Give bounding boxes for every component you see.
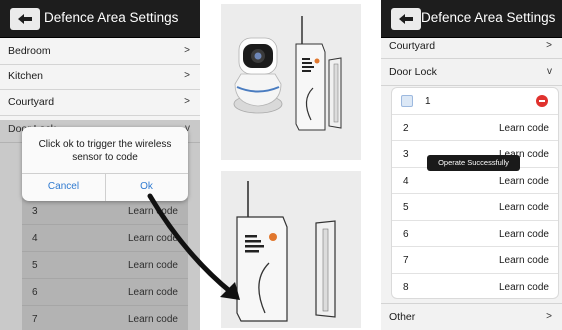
- sensor-row: 4 Learn code: [392, 168, 558, 194]
- zone-row-door-lock[interactable]: Door Lock v: [381, 59, 562, 86]
- sensor-number: 2: [403, 122, 409, 134]
- camera-sensor-drawing: [233, 16, 342, 131]
- chevron-right-icon: >: [184, 45, 190, 56]
- sensor-number: 8: [403, 281, 409, 293]
- success-toast: Operate Successfully: [427, 155, 520, 171]
- chevron-right-icon: >: [546, 311, 552, 322]
- back-button[interactable]: [10, 8, 40, 30]
- sensor-row: 8 Learn code: [392, 274, 558, 299]
- sensor-drawing: [236, 181, 336, 322]
- camera-and-sensor-illustration: [221, 4, 361, 160]
- chevron-right-icon: >: [184, 96, 190, 107]
- zone-label: Courtyard: [389, 40, 436, 52]
- sensor-number: 3: [403, 149, 409, 160]
- sensor-trigger-illustration: [221, 171, 361, 328]
- sensor-row: 6 Learn code: [392, 221, 558, 247]
- checkbox-icon[interactable]: [401, 95, 413, 107]
- zone-label: Other: [389, 311, 416, 323]
- door-sensor-icon: [295, 16, 342, 131]
- sensor-row: 5 Learn code: [392, 194, 558, 221]
- sensor-row: 1: [392, 88, 558, 115]
- zone-label: Door Lock: [389, 66, 437, 78]
- page-title: Defence Area Settings: [421, 10, 556, 25]
- learn-code-button[interactable]: Learn code: [499, 229, 549, 240]
- zone-label: Kitchen: [8, 70, 44, 82]
- sensor-number: 1: [425, 96, 431, 107]
- learn-code-button[interactable]: Learn code: [499, 255, 549, 266]
- sensor-list-card: 1 2 Learn code 3 Learn code 4 Learn code…: [391, 87, 559, 299]
- back-arrow-icon: [399, 14, 413, 24]
- zone-label: Courtyard: [8, 96, 55, 108]
- zone-row-bedroom[interactable]: Bedroom >: [0, 38, 200, 65]
- app-header: Defence Area Settings: [0, 0, 200, 38]
- sensor-number: 7: [403, 255, 409, 266]
- ok-button[interactable]: Ok: [105, 173, 188, 201]
- chevron-right-icon: >: [546, 40, 552, 51]
- camera-icon: [233, 37, 283, 114]
- page-title: Defence Area Settings: [44, 10, 179, 25]
- chevron-right-icon: >: [184, 70, 190, 81]
- sensor-row: 7 Learn code: [392, 247, 558, 274]
- back-arrow-icon: [18, 14, 32, 24]
- learn-code-button[interactable]: Learn code: [499, 282, 549, 293]
- zone-row-courtyard[interactable]: Courtyard >: [0, 89, 200, 116]
- sensor-number: 4: [403, 175, 409, 187]
- dialog-message: Click ok to trigger the wireless sensor …: [38, 139, 172, 163]
- chevron-down-icon: v: [547, 66, 552, 77]
- sensor-number: 6: [403, 228, 409, 240]
- cancel-button[interactable]: Cancel: [22, 173, 105, 201]
- zone-row-kitchen[interactable]: Kitchen >: [0, 63, 200, 90]
- confirm-dialog: Click ok to trigger the wireless sensor …: [22, 127, 188, 201]
- learn-code-button[interactable]: Learn code: [499, 123, 549, 134]
- sensor-row: 2 Learn code: [392, 115, 558, 141]
- zone-row-courtyard[interactable]: Courtyard >: [381, 33, 562, 59]
- learn-code-button[interactable]: Learn code: [499, 202, 549, 213]
- back-button[interactable]: [391, 8, 421, 30]
- left-phone-screen: Defence Area Settings Bedroom > Kitchen …: [0, 0, 200, 330]
- learn-code-button[interactable]: Learn code: [499, 176, 549, 187]
- delete-icon[interactable]: [536, 95, 548, 107]
- zone-label: Bedroom: [8, 45, 51, 57]
- zone-row-other[interactable]: Other >: [381, 303, 562, 330]
- sensor-number: 5: [403, 202, 409, 213]
